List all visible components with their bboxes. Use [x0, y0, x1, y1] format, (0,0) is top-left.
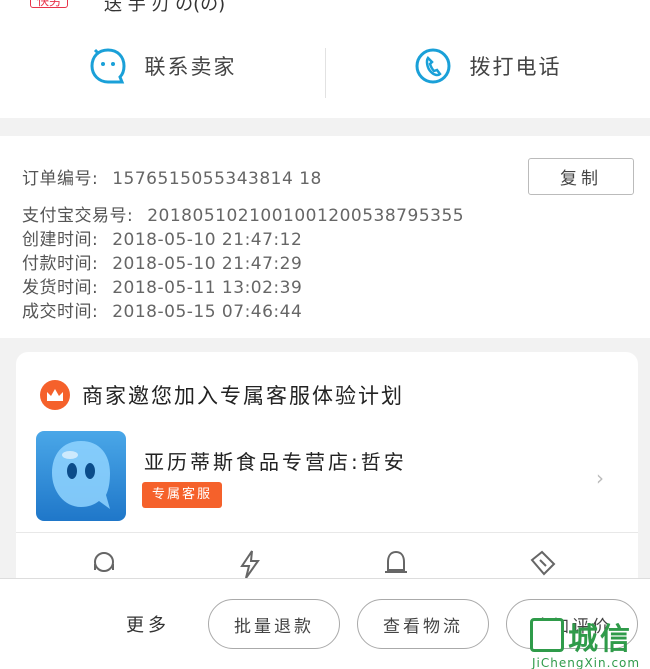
deal-time-label: 成交时间: [22, 302, 99, 322]
phone-icon [415, 48, 450, 84]
alipay-number-row: 支付宝交易号: 2018051021001001200538795355 [22, 201, 464, 226]
watermark-text: 城信 [568, 622, 632, 657]
created-time-row: 创建时间: 2018-05-10 21:47:12 [22, 225, 302, 250]
store-row[interactable]: 亚历蒂斯食品专营店:哲安 专属客服 › [16, 428, 638, 528]
crown-icon [40, 380, 70, 410]
deal-time-value: 2018-05-15 07:46:44 [112, 302, 303, 322]
order-number-value: 1576515055343814 18 [112, 169, 322, 189]
contact-seller-label: 联系卖家 [144, 55, 237, 79]
top-badge: 快另 [30, 0, 69, 8]
exclusive-service-tag: 专属客服 [142, 482, 223, 508]
paid-time-value: 2018-05-10 21:47:29 [112, 254, 303, 274]
top-cut-text: 送 手 刃 の(の) [104, 0, 226, 14]
store-name: 亚历蒂斯食品专营店:哲安 [144, 450, 407, 474]
order-number-row: 订单编号: 1576515055343814 18 [22, 164, 322, 189]
watermark: 城信 JiChengXin.com [530, 612, 648, 669]
call-phone-label: 拨打电话 [469, 55, 562, 79]
top-strip: 快另 送 手 刃 の(の) [0, 0, 650, 14]
lightning-icon[interactable] [234, 548, 266, 580]
card-separator [16, 532, 638, 533]
deal-time-row: 成交时间: 2018-05-15 07:46:44 [22, 297, 302, 322]
shipped-time-value: 2018-05-11 13:02:39 [112, 278, 303, 298]
watermark-logo [530, 618, 564, 652]
headset-icon[interactable] [88, 548, 120, 580]
batch-refund-button[interactable]: 批量退款 [208, 599, 340, 649]
alipay-number-label: 支付宝交易号: [22, 206, 134, 226]
more-button[interactable]: 更多 [126, 611, 170, 637]
contact-bar: 联系卖家 拨打电话 [0, 14, 650, 118]
copy-button[interactable]: 复制 [528, 158, 634, 195]
created-time-value: 2018-05-10 21:47:12 [112, 230, 303, 250]
exclusive-service-card: 商家邀您加入专属客服体验计划 亚历蒂斯食品专营店:哲安 专属客服 › [16, 352, 638, 592]
watermark-url: JiChengXin.com [532, 656, 641, 669]
view-logistics-button[interactable]: 查看物流 [357, 599, 489, 649]
paid-time-row: 付款时间: 2018-05-10 21:47:29 [22, 249, 302, 274]
service-card-title: 商家邀您加入专属客服体验计划 [82, 384, 404, 408]
contact-seller-button[interactable]: 联系卖家 [0, 14, 325, 118]
bell-icon[interactable] [380, 548, 412, 580]
order-number-label: 订单编号: [22, 169, 99, 189]
shipped-time-row: 发货时间: 2018-05-11 13:02:39 [22, 273, 302, 298]
alipay-number-value: 2018051021001001200538795355 [147, 206, 465, 226]
order-info-panel: 订单编号: 1576515055343814 18 复制 支付宝交易号: 20180… [0, 136, 650, 338]
chevron-right-icon: › [596, 466, 604, 490]
store-avatar [36, 431, 126, 521]
created-time-label: 创建时间: [22, 230, 99, 250]
call-phone-button[interactable]: 拨打电话 [325, 14, 650, 118]
ticket-icon[interactable] [526, 548, 558, 580]
shipped-time-label: 发货时间: [22, 278, 99, 298]
chat-bubble-icon [89, 48, 126, 84]
paid-time-label: 付款时间: [22, 254, 99, 274]
